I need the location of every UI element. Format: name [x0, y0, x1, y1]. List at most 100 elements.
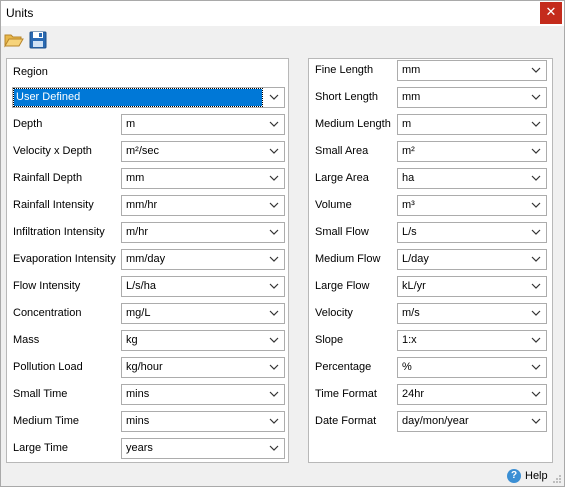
large-flow-dropdown[interactable]: kL/yr [397, 276, 547, 297]
pollution-load-label: Pollution Load [13, 361, 83, 373]
save-button[interactable] [28, 30, 48, 50]
infiltration-intensity-selected-value: m/hr [126, 226, 148, 238]
small-area-dropdown[interactable]: m² [397, 141, 547, 162]
chevron-down-icon [531, 364, 541, 370]
chevron-down-icon [531, 67, 541, 73]
volume-selected-value: m³ [402, 199, 415, 211]
chevron-down-icon [269, 283, 279, 289]
time-format-dropdown[interactable]: 24hr [397, 384, 547, 405]
fine-length-dropdown[interactable]: mm [397, 60, 547, 81]
rainfall-depth-label: Rainfall Depth [13, 172, 83, 184]
chevron-down-icon [269, 418, 279, 424]
velocity-x-depth-selected-value: m²/sec [126, 145, 159, 157]
evaporation-intensity-selected-value: mm/day [126, 253, 166, 265]
mass-selected-value: kg [126, 334, 138, 346]
infiltration-intensity-dropdown[interactable]: m/hr [121, 222, 285, 243]
flow-intensity-selected-value: L/s/ha [126, 280, 156, 292]
large-flow-selected-value: kL/yr [402, 280, 426, 292]
concentration-selected-value: mg/L [126, 307, 151, 319]
chevron-down-icon [269, 121, 279, 127]
chevron-down-icon [269, 148, 279, 154]
chevron-down-icon [531, 310, 541, 316]
medium-flow-dropdown[interactable]: L/day [397, 249, 547, 270]
mass-label: Mass [13, 334, 40, 346]
chevron-down-icon [531, 148, 541, 154]
short-length-dropdown[interactable]: mm [397, 87, 547, 108]
window-title: Units [6, 6, 34, 20]
fine-length-label: Fine Length [315, 64, 374, 76]
depth-label: Depth [13, 118, 43, 130]
evaporation-intensity-label: Evaporation Intensity [13, 253, 116, 265]
chevron-down-icon [531, 418, 541, 424]
infiltration-intensity-label: Infiltration Intensity [13, 226, 105, 238]
volume-label: Volume [315, 199, 352, 211]
flow-intensity-dropdown[interactable]: L/s/ha [121, 276, 285, 297]
toolbar [1, 26, 564, 54]
save-icon [29, 31, 47, 49]
rainfall-depth-dropdown[interactable]: mm [121, 168, 285, 189]
chevron-down-icon [269, 391, 279, 397]
evaporation-intensity-dropdown[interactable]: mm/day [121, 249, 285, 270]
chevron-down-icon [269, 310, 279, 316]
slope-selected-value: 1:x [402, 334, 417, 346]
date-format-label: Date Format [315, 415, 377, 427]
large-area-dropdown[interactable]: ha [397, 168, 547, 189]
concentration-dropdown[interactable]: mg/L [121, 303, 285, 324]
close-button[interactable]: ✕ [540, 2, 562, 24]
volume-dropdown[interactable]: m³ [397, 195, 547, 216]
mass-dropdown[interactable]: kg [121, 330, 285, 351]
chevron-down-icon [269, 364, 279, 370]
pollution-load-dropdown[interactable]: kg/hour [121, 357, 285, 378]
folder-open-icon [4, 34, 24, 48]
medium-time-label: Medium Time [13, 415, 80, 427]
velocity-dropdown[interactable]: m/s [397, 303, 547, 324]
small-area-label: Small Area [315, 145, 369, 157]
short-length-selected-value: mm [402, 91, 421, 103]
chevron-down-icon [531, 256, 541, 262]
small-flow-dropdown[interactable]: L/s [397, 222, 547, 243]
chevron-down-icon [531, 202, 541, 208]
large-area-label: Large Area [315, 172, 369, 184]
small-flow-selected-value: L/s [402, 226, 417, 238]
region-label: Region [13, 66, 48, 78]
chevron-down-icon [269, 175, 279, 181]
date-format-selected-value: day/mon/year [402, 415, 469, 427]
velocity-selected-value: m/s [402, 307, 420, 319]
region-dropdown[interactable]: User Defined [12, 87, 285, 108]
fine-length-selected-value: mm [402, 64, 421, 76]
medium-time-selected-value: mins [126, 415, 150, 427]
chevron-down-icon [531, 283, 541, 289]
medium-flow-selected-value: L/day [402, 253, 429, 265]
short-length-label: Short Length [315, 91, 378, 103]
medium-time-dropdown[interactable]: mins [121, 411, 285, 432]
rainfall-intensity-selected-value: mm/hr [126, 199, 158, 211]
resize-grip-icon[interactable] [552, 474, 562, 484]
small-flow-label: Small Flow [315, 226, 369, 238]
left-units-panel: Region User Defined Depth m Velocity x Dep… [6, 58, 289, 463]
date-format-dropdown[interactable]: day/mon/year [397, 411, 547, 432]
depth-dropdown[interactable]: m [121, 114, 285, 135]
title-bar: Units ✕ [1, 1, 564, 26]
right-units-panel: Fine Length mm Short Length mm Medium Length… [308, 58, 553, 463]
concentration-label: Concentration [13, 307, 82, 319]
large-time-dropdown[interactable]: years [121, 438, 285, 459]
chevron-down-icon [269, 445, 279, 451]
medium-length-selected-value: m [402, 118, 412, 130]
slope-dropdown[interactable]: 1:x [397, 330, 547, 351]
chevron-down-icon [269, 202, 279, 208]
percentage-dropdown[interactable]: % [397, 357, 547, 378]
percentage-label: Percentage [315, 361, 372, 373]
help-icon: ? [507, 469, 521, 483]
large-time-selected-value: years [126, 442, 153, 454]
velocity-x-depth-dropdown[interactable]: m²/sec [121, 141, 285, 162]
chevron-down-icon [531, 337, 541, 343]
small-time-dropdown[interactable]: mins [121, 384, 285, 405]
rainfall-intensity-dropdown[interactable]: mm/hr [121, 195, 285, 216]
rainfall-intensity-label: Rainfall Intensity [13, 199, 94, 211]
open-button[interactable] [4, 30, 24, 50]
medium-length-dropdown[interactable]: m [397, 114, 547, 135]
chevron-down-icon [269, 256, 279, 262]
large-area-selected-value: ha [402, 172, 415, 184]
chevron-down-icon [269, 229, 279, 235]
depth-selected-value: m [126, 118, 136, 130]
